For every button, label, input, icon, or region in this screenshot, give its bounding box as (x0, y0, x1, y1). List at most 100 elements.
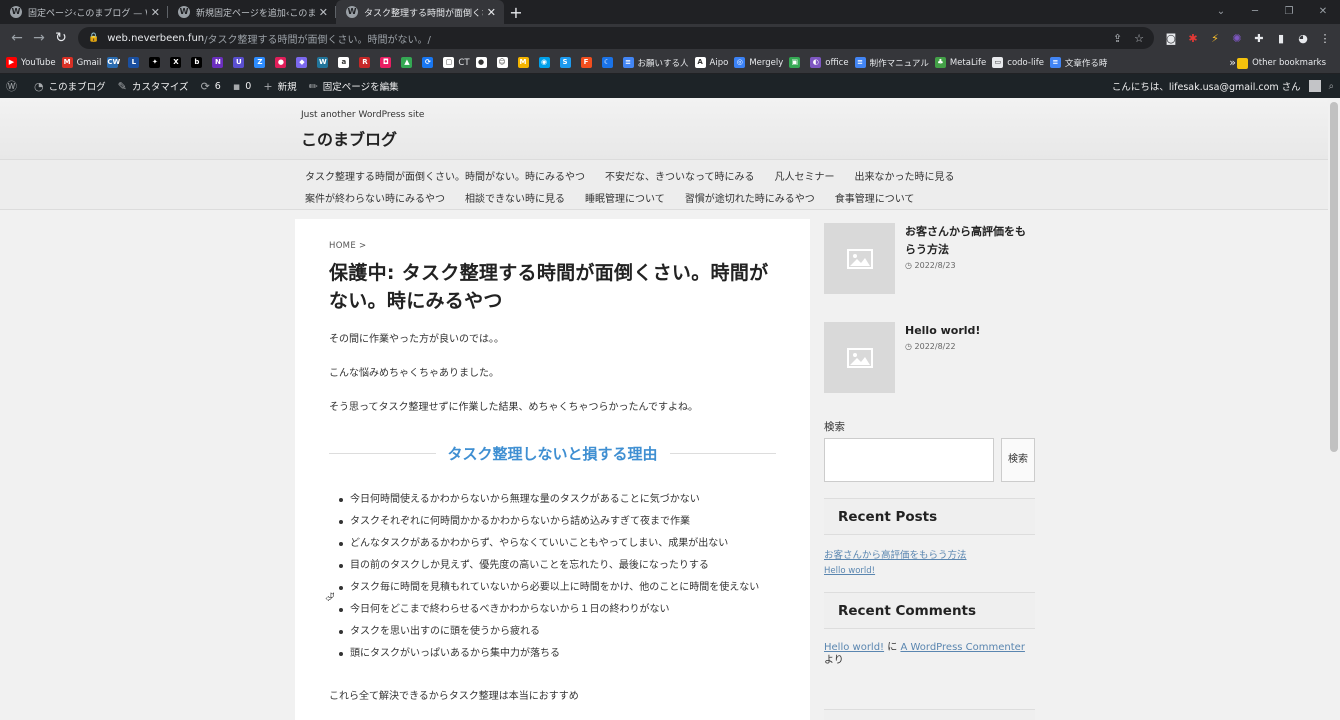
bookmark-item[interactable]: L (128, 57, 143, 68)
share-icon[interactable]: ⇪ (1113, 32, 1122, 45)
restore-icon[interactable]: ❐ (1272, 0, 1306, 22)
close-window-icon[interactable]: ✕ (1306, 0, 1340, 22)
lock-icon[interactable]: 🔒 (88, 33, 99, 43)
new-tab-plus-icon[interactable]: + (504, 0, 528, 24)
bookmark-item[interactable]: ◘ (380, 57, 395, 68)
bookmark-item[interactable]: A Aipo (694, 57, 728, 68)
close-tab-icon[interactable]: ✕ (487, 6, 496, 19)
bookmark-item[interactable]: F (580, 57, 596, 68)
bookmark-item[interactable]: ≡ お願いする人 (622, 57, 689, 69)
nav-menu-item[interactable]: 案件が終わらない時にみるやつ (296, 190, 456, 205)
avatar[interactable] (1308, 80, 1321, 92)
nav-menu-item[interactable]: 相談できない時に見る (456, 190, 576, 205)
recent-post-link[interactable]: お客さんから高評価をもらう方法 (824, 547, 1035, 561)
bookmark-item[interactable]: ▭ codo-life (992, 57, 1044, 68)
nav-menu-item[interactable]: 凡人セミナー (766, 168, 846, 183)
bookmark-item[interactable]: ☾ (601, 57, 617, 68)
bookmark-item[interactable]: ✦ (149, 57, 164, 68)
bookmark-item[interactable]: X (170, 57, 185, 68)
bookmark-item[interactable]: ♣ MetaLife (934, 57, 986, 68)
sidebar-post-title[interactable]: Hello world! (905, 322, 980, 340)
admin-edit-page[interactable]: ✏ 固定ページを編集 (309, 79, 399, 94)
puzzle-extensions-icon[interactable]: ✚ (1250, 29, 1268, 47)
comment-post-link[interactable]: Hello world! (824, 642, 884, 653)
bookmark-item[interactable]: N (212, 57, 227, 68)
wp-logo-menu[interactable]: Ⓦ (6, 78, 22, 94)
minimize-icon[interactable]: ─ (1238, 0, 1272, 22)
camera-extension-icon[interactable]: ◙ (1162, 29, 1180, 47)
profile-avatar-icon[interactable]: ◕ (1294, 29, 1312, 47)
bookmarks-overflow-chevron-icon[interactable]: » (1229, 56, 1236, 69)
kebab-menu-icon[interactable]: ⋮ (1316, 29, 1334, 47)
sidebar-post[interactable]: Hello world! ◷ 2022/8/22 (824, 322, 1035, 393)
side-panel-icon[interactable]: ▮ (1272, 29, 1290, 47)
bookmark-item[interactable]: ⟳ (422, 57, 437, 68)
other-bookmarks-label: Other bookmarks (1252, 58, 1326, 68)
browser-tab-1[interactable]: W 固定ページ‹このまブログ — WordPr ✕ (0, 0, 168, 24)
reload-icon[interactable]: ↻ (50, 27, 72, 49)
comment-author-link[interactable]: A WordPress Commenter (900, 642, 1024, 653)
thumbnail-placeholder[interactable] (824, 223, 895, 294)
bookmark-item[interactable]: R (359, 57, 374, 68)
bookmark-item[interactable]: ◐ office (810, 57, 849, 68)
admin-new[interactable]: + 新規 (263, 79, 296, 94)
search-icon[interactable]: ⌕ (1329, 81, 1334, 92)
bookmark-item[interactable]: S (559, 57, 575, 68)
bookmark-item[interactable]: ▲ (401, 57, 416, 68)
address-bar[interactable]: 🔒 web.neverbeen.fun/タスク整理する時間が面倒くさい。時間がな… (78, 27, 1154, 49)
purple-extension-icon[interactable]: ✺ (1228, 29, 1246, 47)
browser-tab-2[interactable]: W 新規固定ページを追加‹このまブログ ✕ (168, 0, 336, 24)
chevron-down-icon[interactable]: ⌄ (1204, 0, 1238, 22)
close-tab-icon[interactable]: ✕ (319, 6, 328, 19)
admin-comments[interactable]: ▪ 0 (233, 80, 252, 93)
bookmark-item[interactable]: ▣ (789, 57, 804, 68)
admin-updates[interactable]: ⟳ 6 (201, 80, 221, 93)
bookmark-item[interactable]: CW (107, 57, 122, 68)
bookmark-item[interactable]: W (317, 57, 332, 68)
forward-arrow-icon[interactable]: → (28, 27, 50, 49)
nav-menu-item[interactable]: 不安だな、きついなって時にみる (596, 168, 766, 183)
nav-menu-item[interactable]: 出来なかった時に見る (846, 168, 966, 183)
lightning-extension-icon[interactable]: ⚡ (1206, 29, 1224, 47)
admin-greeting[interactable]: こんにちは、lifesak.usa@gmail.com さん (1112, 79, 1301, 93)
search-button[interactable]: 検索 (1001, 438, 1035, 482)
red-extension-icon[interactable]: ✱ (1184, 29, 1202, 47)
bookmark-item[interactable]: a (338, 57, 353, 68)
search-input[interactable] (824, 438, 994, 482)
bookmark-item[interactable]: ● (475, 57, 491, 68)
site-title[interactable]: このまブログ (301, 126, 1340, 150)
other-bookmarks-folder[interactable]: Other bookmarks (1237, 52, 1326, 74)
bookmark-item[interactable]: ◆ (296, 57, 311, 68)
bookmark-favicon-icon: ☺ (496, 57, 508, 68)
nav-menu-item[interactable]: 睡眠管理について (576, 190, 676, 205)
bookmark-item[interactable]: ▢ CT (443, 57, 470, 68)
breadcrumb[interactable]: HOME > (329, 241, 776, 251)
nav-menu-item[interactable]: 習慣が途切れた時にみるやつ (676, 190, 826, 205)
bookmark-item[interactable]: b (191, 57, 206, 68)
admin-customize[interactable]: ✎ カスタマイズ (118, 79, 189, 94)
thumbnail-placeholder[interactable] (824, 322, 895, 393)
updates-icon: ⟳ (200, 79, 210, 93)
bookmark-item[interactable]: ≡ 文章作る時 (1049, 57, 1107, 69)
nav-menu-item[interactable]: 食事管理について (826, 190, 926, 205)
bookmark-item[interactable]: ≡ 制作マニュアル (854, 57, 929, 69)
admin-site-name[interactable]: ◔ このまブログ (34, 79, 106, 94)
scrollbar-thumb[interactable] (1330, 102, 1338, 452)
bookmark-item[interactable]: ◉ (538, 57, 554, 68)
close-tab-icon[interactable]: ✕ (151, 6, 160, 19)
bookmark-item[interactable]: Z (254, 57, 269, 68)
bookmark-item[interactable]: M (517, 57, 533, 68)
bookmark-item[interactable]: U (233, 57, 248, 68)
bookmark-item[interactable]: ☺ (496, 57, 512, 68)
sidebar-post[interactable]: お客さんから高評価をもらう方法 ◷ 2022/8/23 (824, 223, 1035, 294)
back-arrow-icon[interactable]: ← (6, 27, 28, 49)
bookmark-item[interactable]: ● (275, 57, 290, 68)
bookmark-star-icon[interactable]: ☆ (1134, 32, 1144, 45)
bookmark-item[interactable]: ▶ YouTube (6, 57, 56, 68)
recent-post-link[interactable]: Hello world! (824, 566, 1035, 576)
sidebar-post-title[interactable]: お客さんから高評価をもらう方法 (905, 223, 1035, 259)
browser-tab-3[interactable]: W タスク整理する時間が面倒くさい。時 ✕ (336, 0, 504, 24)
bookmark-item[interactable]: M Gmail (61, 57, 101, 68)
nav-menu-item[interactable]: タスク整理する時間が面倒くさい。時間がない。時にみるやつ (296, 168, 596, 183)
bookmark-item[interactable]: ◎ Mergely (734, 57, 783, 68)
